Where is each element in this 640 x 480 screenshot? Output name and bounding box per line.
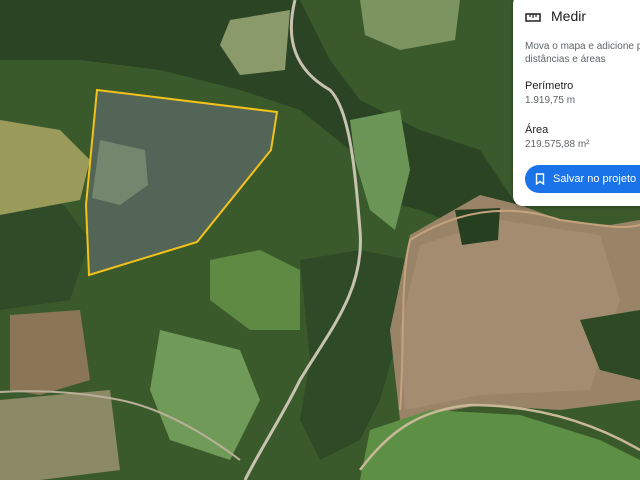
area-label: Área bbox=[525, 124, 549, 136]
panel-description-line-2: distâncias e áreas bbox=[525, 54, 606, 65]
ruler-icon bbox=[525, 10, 541, 22]
panel-header: Medir bbox=[525, 6, 640, 26]
bookmark-icon bbox=[535, 173, 545, 186]
panel-title: Medir bbox=[551, 8, 587, 24]
save-button-label: Salvar no projeto bbox=[553, 173, 637, 185]
save-to-project-button[interactable]: Salvar no projeto bbox=[525, 165, 640, 193]
perimeter-label: Perímetro bbox=[525, 80, 574, 92]
panel-description: Mova o mapa e adicione p distâncias e ár… bbox=[525, 40, 640, 66]
field-south-west bbox=[0, 390, 120, 480]
field-west-lower bbox=[10, 310, 90, 395]
perimeter-value: 1.919,75 m bbox=[525, 95, 576, 106]
field-plowed-inner bbox=[400, 220, 620, 410]
panel-description-line-1: Mova o mapa e adicione p bbox=[525, 41, 640, 52]
measure-panel: Medir Mova o mapa e adicione p distância… bbox=[513, 0, 640, 206]
area-value: 219.575,88 m² bbox=[525, 139, 590, 150]
